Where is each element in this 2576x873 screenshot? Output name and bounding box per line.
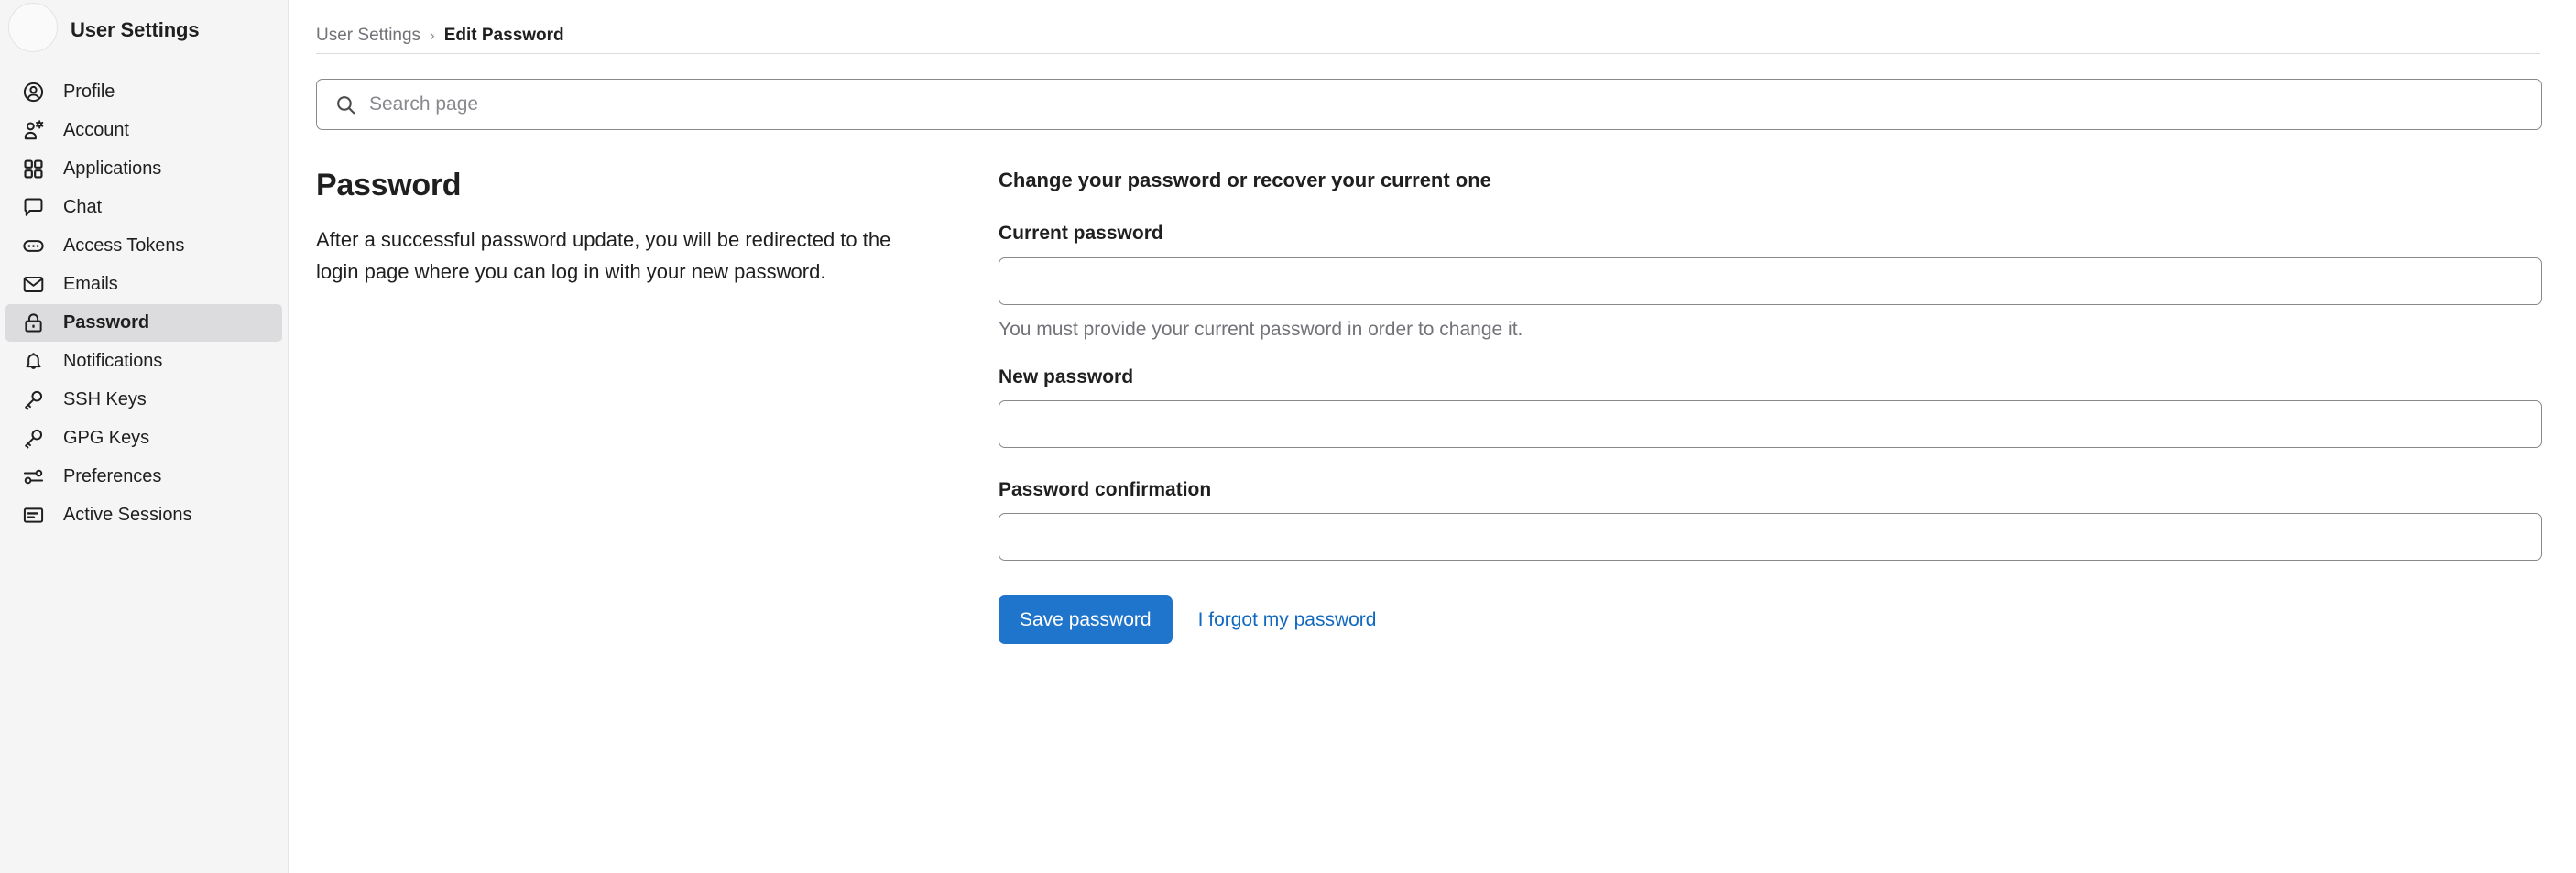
sidebar-item-label: GPG Keys bbox=[63, 428, 150, 448]
save-password-button[interactable]: Save password bbox=[999, 595, 1173, 645]
sidebar-item-label: Chat bbox=[63, 197, 103, 217]
current-password-field-group: Current password You must provide your cu… bbox=[999, 222, 2542, 340]
sidebar-item-gpg-keys[interactable]: GPG Keys bbox=[5, 420, 282, 457]
search-page-field[interactable] bbox=[316, 79, 2542, 130]
sidebar-item-label: Preferences bbox=[63, 466, 162, 486]
user-circle-icon bbox=[22, 81, 45, 104]
breadcrumb-divider bbox=[316, 53, 2540, 54]
breadcrumb-current: Edit Password bbox=[443, 25, 564, 45]
password-confirmation-input[interactable] bbox=[999, 513, 2542, 562]
sidebar: User Settings Profile Account Applications… bbox=[0, 0, 289, 873]
sidebar-item-label: Account bbox=[63, 120, 129, 140]
form-heading: Change your password or recover your cur… bbox=[999, 169, 1491, 191]
sidebar-item-label: Active Sessions bbox=[63, 505, 192, 525]
chat-bubble-icon bbox=[22, 196, 45, 219]
edit-password-form: Current password You must provide your cu… bbox=[999, 222, 2542, 562]
sidebar-item-password[interactable]: Password bbox=[5, 304, 282, 342]
sidebar-header: User Settings bbox=[0, 0, 288, 60]
settings-body: Password After a successful password upd… bbox=[316, 168, 2542, 645]
current-password-help-text: You must provide your current password i… bbox=[999, 318, 1523, 340]
sidebar-item-label: Password bbox=[63, 312, 150, 333]
sidebar-item-chat[interactable]: Chat bbox=[5, 189, 282, 226]
document-list-icon bbox=[22, 504, 45, 527]
forgot-password-link[interactable]: I forgot my password bbox=[1189, 609, 1386, 631]
sidebar-item-notifications[interactable]: Notifications bbox=[5, 343, 282, 380]
sidebar-item-label: Emails bbox=[63, 274, 118, 294]
main-content: User Settings › Edit Password Password A… bbox=[289, 0, 2576, 873]
chevron-right-icon: › bbox=[430, 26, 435, 44]
sidebar-nav: Profile Account Applications Chat Access Tok… bbox=[0, 73, 288, 534]
user-settings-page: User Settings Profile Account Applications… bbox=[0, 0, 2576, 873]
sidebar-item-applications[interactable]: Applications bbox=[5, 150, 282, 188]
sidebar-item-profile[interactable]: Profile bbox=[5, 73, 282, 111]
sidebar-item-account[interactable]: Account bbox=[5, 112, 282, 149]
sidebar-item-label: Applications bbox=[63, 158, 162, 179]
current-password-input[interactable] bbox=[999, 256, 2542, 305]
user-gear-icon bbox=[22, 119, 45, 142]
search-icon bbox=[334, 93, 357, 116]
sidebar-item-label: Access Tokens bbox=[63, 235, 185, 256]
search-input[interactable] bbox=[369, 80, 2541, 129]
key-icon bbox=[22, 388, 45, 411]
envelope-icon bbox=[22, 273, 45, 296]
key-icon bbox=[22, 427, 45, 450]
user-avatar[interactable] bbox=[8, 3, 58, 52]
lock-icon bbox=[22, 311, 45, 334]
new-password-input[interactable] bbox=[999, 399, 2542, 448]
new-password-field-group: New password bbox=[999, 366, 2542, 448]
current-password-label: Current password bbox=[999, 223, 1163, 245]
breadcrumb-parent-link[interactable]: User Settings bbox=[316, 26, 420, 46]
section-description: After a successful password update, you … bbox=[316, 228, 891, 283]
new-password-label: New password bbox=[999, 366, 1134, 387]
sidebar-item-ssh-keys[interactable]: SSH Keys bbox=[5, 381, 282, 419]
sliders-icon bbox=[22, 465, 45, 488]
password-confirmation-field-group: Password confirmation bbox=[999, 478, 2542, 562]
password-confirmation-label: Password confirmation bbox=[999, 478, 1212, 500]
password-form-column: Change your password or recover your cur… bbox=[999, 169, 2542, 645]
form-actions: Save password I forgot my password bbox=[999, 595, 2542, 645]
page-title: Password bbox=[316, 168, 462, 202]
sidebar-item-label: SSH Keys bbox=[63, 389, 147, 409]
sidebar-item-active-sessions[interactable]: Active Sessions bbox=[5, 497, 282, 534]
sidebar-item-access-tokens[interactable]: Access Tokens bbox=[5, 227, 282, 265]
sidebar-item-emails[interactable]: Emails bbox=[5, 266, 282, 303]
grid-apps-icon bbox=[22, 158, 45, 180]
sidebar-item-label: Notifications bbox=[63, 351, 163, 371]
sidebar-item-label: Profile bbox=[63, 82, 115, 102]
section-info-column: Password After a successful password upd… bbox=[316, 168, 999, 644]
sidebar-title: User Settings bbox=[71, 18, 200, 41]
bell-icon bbox=[22, 350, 45, 373]
token-ellipsis-icon bbox=[22, 235, 45, 257]
breadcrumb: User Settings › Edit Password bbox=[316, 0, 2542, 51]
sidebar-item-preferences[interactable]: Preferences bbox=[5, 458, 282, 496]
